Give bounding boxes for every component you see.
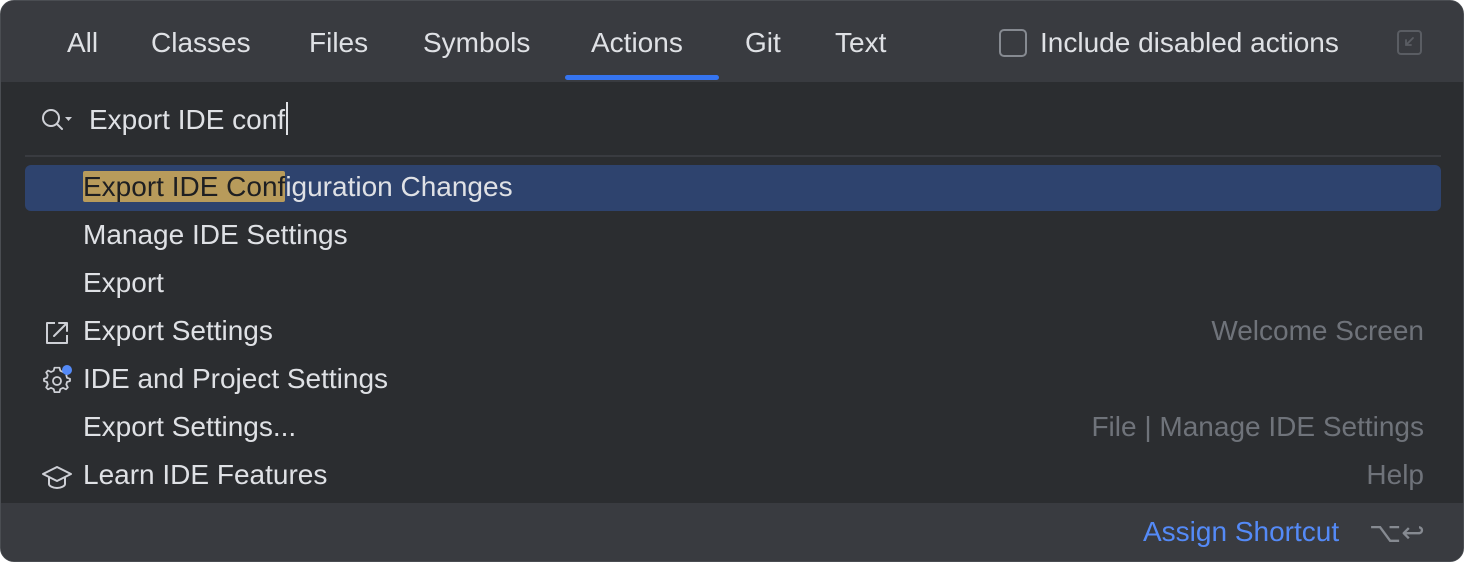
search-everywhere-popup: All Classes Files Symbols Actions Git Te…: [0, 0, 1464, 562]
result-label: Export Settings: [83, 315, 273, 346]
result-learn-ide-features[interactable]: Learn IDE Features Help: [25, 453, 1441, 499]
result-export[interactable]: Export: [25, 261, 1441, 307]
export-arrow-icon: [46, 322, 68, 344]
result-export-ide-configuration-changes[interactable]: Export IDE Configuration Changes: [25, 165, 1441, 211]
result-location-hint: File | Manage IDE Settings: [1091, 411, 1424, 442]
graduation-cap-icon: [42, 466, 72, 490]
result-location-hint: Help: [1366, 459, 1424, 490]
result-export-settings[interactable]: Export Settings Welcome Screen: [25, 309, 1441, 355]
search-bar: Export IDE conf: [1, 82, 1463, 156]
tab-actions[interactable]: Actions: [591, 1, 683, 82]
result-label: Export: [83, 267, 164, 298]
include-disabled-actions-toggle[interactable]: Include disabled actions: [999, 27, 1339, 59]
shortcut-hint: ⌥↩: [1369, 516, 1425, 549]
result-ide-and-project-settings[interactable]: IDE and Project Settings: [25, 357, 1441, 403]
gear-icon: [43, 365, 72, 393]
tab-files[interactable]: Files: [309, 1, 368, 82]
result-label: Export IDE Configuration Changes: [83, 171, 513, 203]
footer-bar: Assign Shortcut ⌥↩: [1, 503, 1463, 561]
tab-bar: All Classes Files Symbols Actions Git Te…: [1, 1, 1463, 82]
include-disabled-checkbox[interactable]: [999, 29, 1027, 57]
assign-shortcut-link[interactable]: Assign Shortcut: [1143, 516, 1339, 548]
search-icon[interactable]: [41, 108, 75, 132]
tab-text[interactable]: Text: [835, 1, 886, 82]
result-label-rest: iguration Changes: [285, 171, 513, 202]
result-location-hint: Welcome Screen: [1211, 315, 1424, 346]
result-label: Learn IDE Features: [83, 459, 328, 490]
result-label: Manage IDE Settings: [83, 219, 348, 250]
tab-all[interactable]: All: [67, 1, 98, 82]
tab-git[interactable]: Git: [745, 1, 781, 82]
match-highlight: Export IDE Conf: [83, 171, 286, 202]
divider: [25, 155, 1441, 157]
active-tab-indicator: [565, 75, 719, 80]
result-manage-ide-settings[interactable]: Manage IDE Settings: [25, 213, 1441, 259]
include-disabled-label: Include disabled actions: [1040, 27, 1339, 58]
collapse-arrow-icon: [1405, 37, 1414, 46]
search-value: Export IDE conf: [89, 104, 286, 135]
result-export-settings-dots[interactable]: Export Settings... File | Manage IDE Set…: [25, 405, 1441, 451]
text-caret: [286, 102, 289, 135]
tab-classes[interactable]: Classes: [151, 1, 251, 82]
result-label: IDE and Project Settings: [83, 363, 389, 394]
open-in-tool-window-button[interactable]: [1397, 30, 1422, 55]
result-label: Export Settings...: [83, 411, 297, 442]
tab-symbols[interactable]: Symbols: [423, 1, 530, 82]
search-input[interactable]: Export IDE conf: [89, 102, 289, 136]
